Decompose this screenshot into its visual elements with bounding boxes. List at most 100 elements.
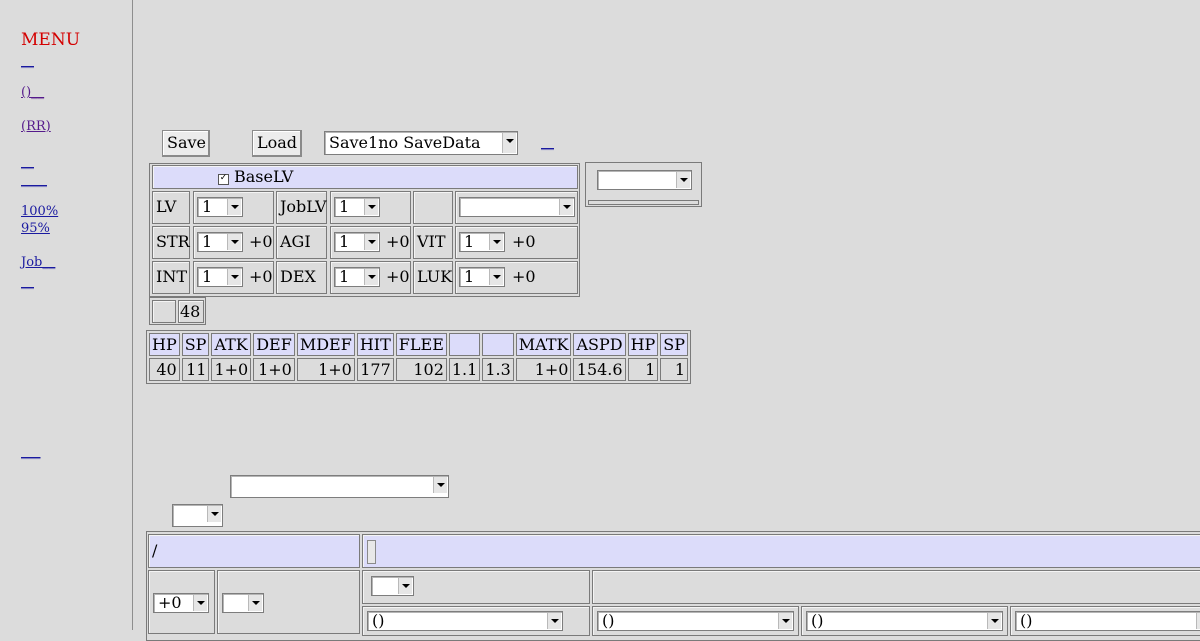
int-cell: 1 +0	[193, 261, 274, 294]
chevron-down-icon	[778, 613, 792, 629]
slot-cell-3: ()	[801, 606, 1008, 636]
chevron-down-icon	[1196, 613, 1200, 629]
luk-label: LUK	[413, 261, 453, 294]
slot-select-4[interactable]: ()	[1015, 611, 1200, 631]
save-slot-select[interactable]: Save1no SaveData	[324, 131, 518, 155]
int-label: INT	[152, 261, 190, 294]
dex-cell: 1 +0	[330, 261, 411, 294]
job-select[interactable]	[459, 197, 575, 217]
stat-value-matk: 1+0	[515, 358, 572, 381]
chevron-down-icon	[227, 199, 241, 215]
points-value: 48	[178, 300, 204, 323]
int-select[interactable]: 1	[197, 267, 243, 287]
collapse-checkbox[interactable]: ✓	[218, 174, 229, 185]
menu-link-2[interactable]: ()__	[21, 84, 44, 101]
save-button[interactable]: Save	[162, 130, 210, 157]
points-label	[152, 300, 176, 323]
stat-header-sp-regen: SP	[660, 333, 689, 356]
chevron-down-icon	[676, 172, 690, 188]
card-select[interactable]	[222, 593, 264, 613]
chevron-down-icon	[489, 269, 503, 285]
toolbar-link[interactable]: __	[541, 136, 554, 151]
lv-select[interactable]: 1	[197, 197, 243, 217]
stat-header-mdef: MDEF	[296, 333, 355, 356]
chevron-down-icon	[987, 613, 1001, 629]
slot-select-2[interactable]: ()	[597, 611, 794, 631]
vit-select[interactable]: 1	[459, 232, 505, 252]
menu-link-rr[interactable]: (RR)	[21, 118, 51, 135]
menu-link-6[interactable]: ___	[21, 444, 41, 461]
menu-link-100[interactable]: 100%	[21, 203, 58, 220]
slot-cell-2: ()	[592, 606, 799, 636]
menu-link-1[interactable]: __	[21, 53, 34, 70]
chevron-down-icon	[207, 506, 221, 522]
stat-value-sp: 11	[181, 358, 210, 381]
stat-header-hp-regen: HP	[627, 333, 659, 356]
equipment-header-left: /	[148, 534, 360, 568]
status-header-label: BaseLV	[234, 167, 294, 186]
vit-cell: 1 +0	[455, 226, 578, 259]
stat-header-matk: MATK	[515, 333, 572, 356]
equipment-header-right	[362, 534, 1200, 568]
lv-label: LV	[152, 191, 190, 224]
card-cell	[217, 570, 360, 634]
job-cell	[455, 191, 578, 224]
joblv-cell: 1	[330, 191, 411, 224]
joblv-label: JobLV	[276, 191, 327, 224]
equipment-small-select[interactable]	[172, 504, 223, 527]
chevron-down-icon	[227, 234, 241, 250]
luk-bonus: +0	[512, 267, 536, 286]
chevron-down-icon	[248, 595, 262, 611]
slot-select-3[interactable]: ()	[806, 611, 1003, 631]
str-select[interactable]: 1	[197, 232, 243, 252]
left-menu: MENU __ ()__ (RR) __ ____ 100% 95% Job__…	[0, 0, 133, 630]
menu-link-4[interactable]: ____	[21, 172, 47, 189]
dex-label: DEX	[276, 261, 327, 294]
empty-cell	[413, 191, 453, 224]
stat-header-def: DEF	[253, 333, 295, 356]
str-label: STR	[152, 226, 190, 259]
load-button[interactable]: Load	[252, 130, 302, 157]
int-bonus: +0	[249, 267, 273, 286]
stat-value-atk: 1+0	[211, 358, 252, 381]
stat-header-blank1	[448, 333, 481, 356]
stat-header-flee: FLEE	[395, 333, 447, 356]
slot-select[interactable]	[371, 576, 414, 596]
stat-header-sp: SP	[181, 333, 210, 356]
dex-select[interactable]: 1	[334, 267, 380, 287]
luk-cell: 1 +0	[455, 261, 578, 294]
stat-header-aspd: ASPD	[573, 333, 626, 356]
side-select[interactable]	[597, 170, 692, 190]
stat-value-def: 1+0	[253, 358, 295, 381]
stat-value-aspd: 154.6	[573, 358, 626, 381]
dex-bonus: +0	[386, 267, 410, 286]
chevron-down-icon	[489, 234, 503, 250]
scrollbar-handle[interactable]	[367, 540, 376, 564]
chevron-down-icon	[559, 199, 573, 215]
refine-select[interactable]: +0	[153, 593, 209, 613]
menu-title: MENU	[21, 30, 81, 50]
chevron-down-icon	[398, 578, 412, 594]
agi-select[interactable]: 1	[334, 232, 380, 252]
menu-link-95[interactable]: 95%	[21, 220, 50, 237]
joblv-select[interactable]: 1	[334, 197, 380, 217]
menu-link-job[interactable]: Job__	[21, 254, 55, 271]
refine-cell: +0	[148, 570, 215, 634]
menu-link-3[interactable]: __	[21, 154, 34, 171]
lv-cell: 1	[193, 191, 274, 224]
slot-select-1[interactable]: ()	[367, 611, 563, 631]
vit-label: VIT	[413, 226, 453, 259]
agi-cell: 1 +0	[330, 226, 411, 259]
chevron-down-icon	[227, 269, 241, 285]
chevron-down-icon	[433, 477, 447, 493]
equipment-wide-select[interactable]	[230, 475, 449, 498]
slot-select-cell	[362, 570, 590, 604]
stat-value-mdef: 1+0	[296, 358, 355, 381]
luk-select[interactable]: 1	[459, 267, 505, 287]
side-divider	[588, 200, 699, 205]
stat-value-blank2: 1.3	[482, 358, 514, 381]
menu-link-5[interactable]: __	[21, 274, 34, 291]
agi-label: AGI	[276, 226, 327, 259]
stat-value-hit: 177	[356, 358, 394, 381]
vit-bonus: +0	[512, 232, 536, 251]
